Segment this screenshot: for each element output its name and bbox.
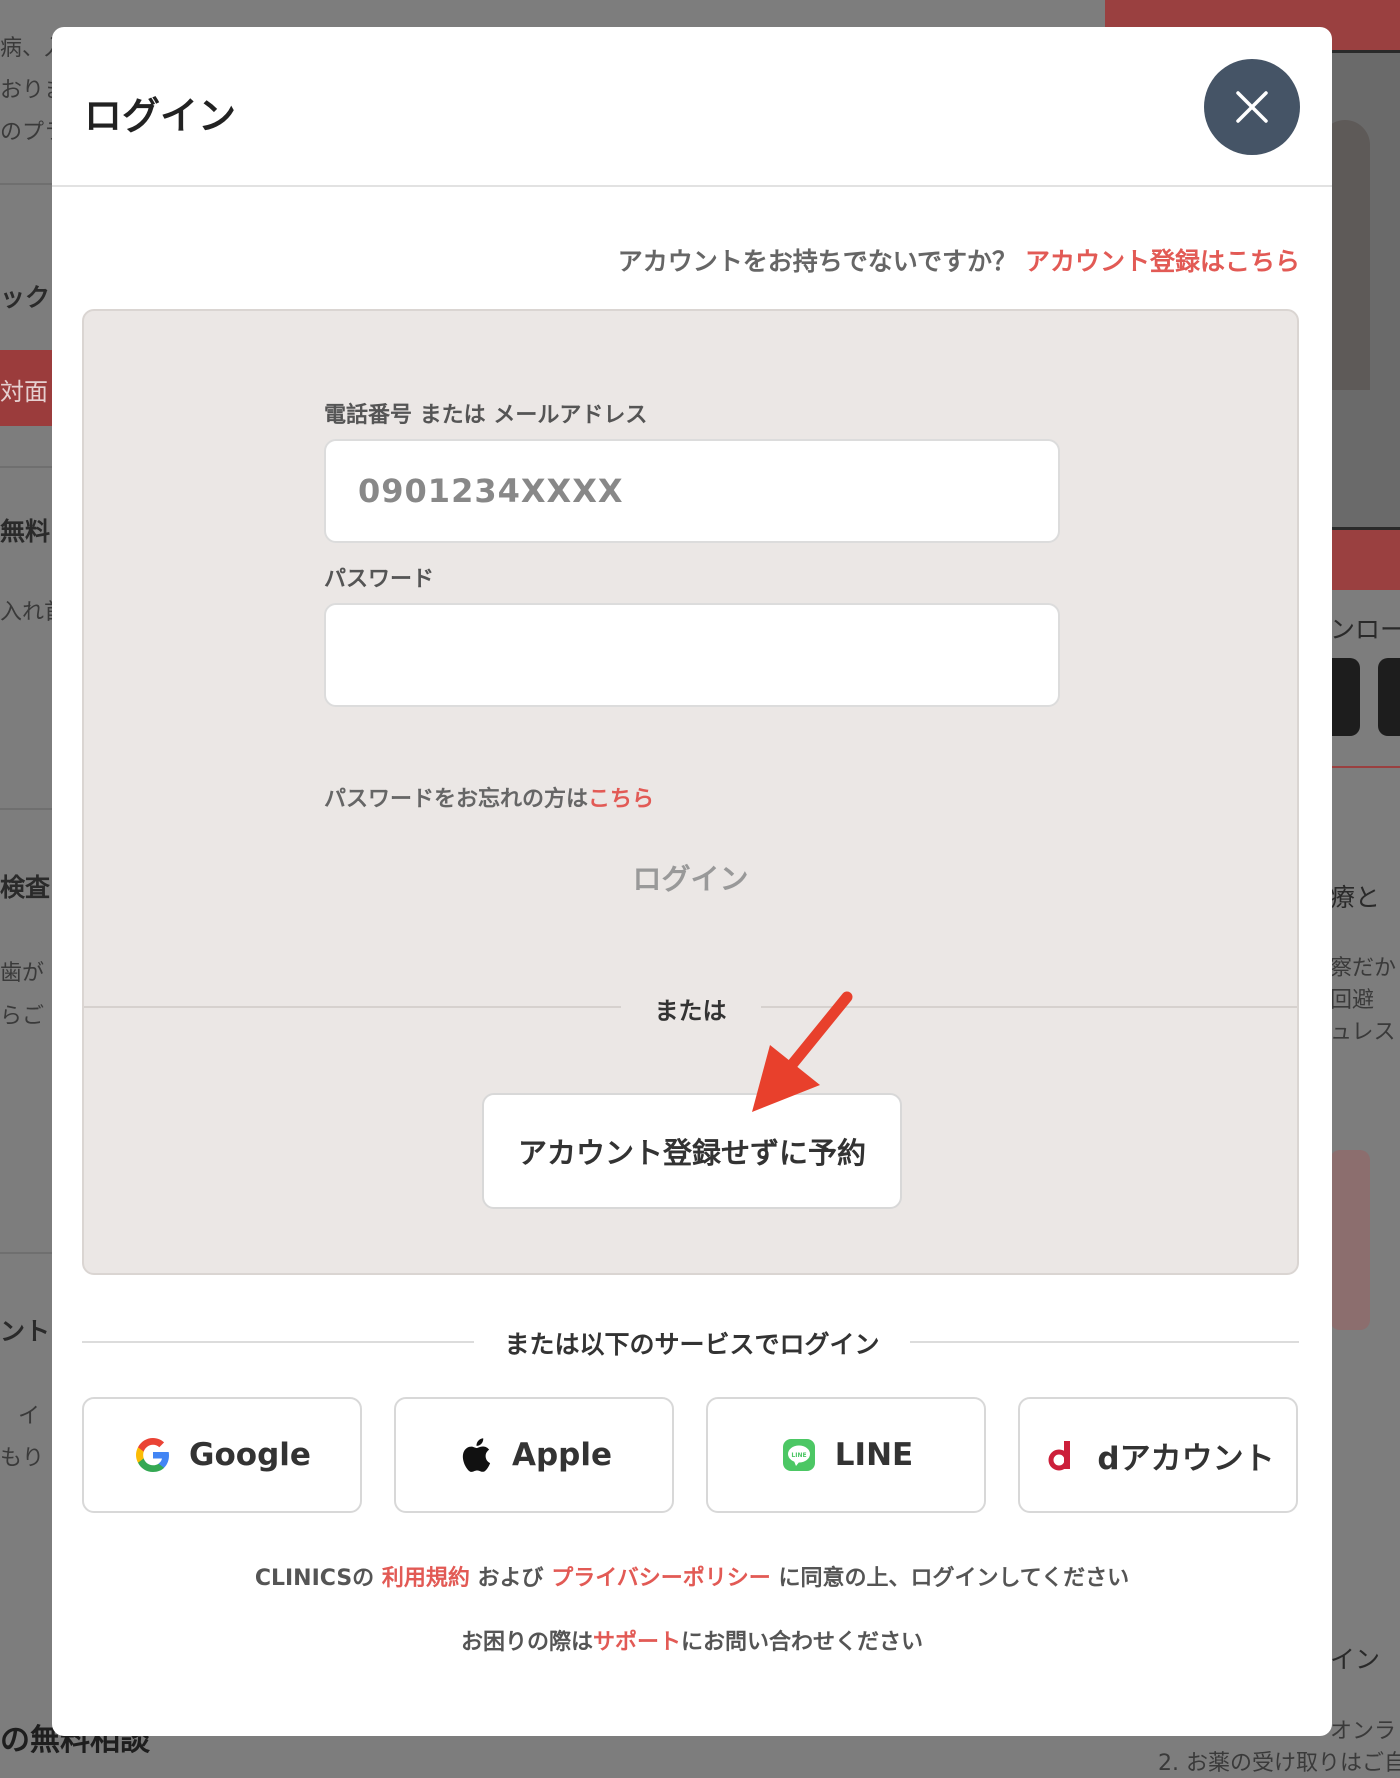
apple-icon: [456, 1435, 496, 1475]
background-tab: 対面: [0, 350, 52, 426]
d-account-login-label: dアカウント: [1097, 1440, 1275, 1477]
support-text: にお問い合わせください: [681, 1630, 924, 1655]
apple-login-button[interactable]: Apple: [394, 1397, 674, 1513]
background-text: 検査: [0, 873, 51, 902]
google-login-button[interactable]: Google: [82, 1397, 362, 1513]
apple-login-label: Apple: [511, 1437, 613, 1473]
background-divider: [1330, 766, 1400, 768]
line-login-button[interactable]: LINE LINE: [706, 1397, 986, 1513]
d-account-icon: [1041, 1435, 1081, 1475]
line-icon: LINE: [779, 1435, 819, 1475]
google-login-label: Google: [189, 1437, 311, 1473]
background-text: もり: [0, 1446, 45, 1471]
terms-of-use-link[interactable]: 利用規約: [382, 1566, 470, 1591]
background-text: らご: [0, 1004, 45, 1029]
password-input[interactable]: [324, 603, 1060, 707]
background-text: ント: [0, 1317, 51, 1346]
login-button[interactable]: ログイン: [84, 856, 1297, 898]
terms-notice: CLINICSの 利用規約 および プライバシーポリシー に同意の上、ログインし…: [52, 1560, 1332, 1592]
line-login-label: LINE: [834, 1437, 914, 1473]
background-text: 無料: [0, 517, 51, 546]
google-icon: [133, 1435, 173, 1475]
services-divider-text: または以下のサービスでログイン: [474, 1330, 910, 1359]
support-notice: お困りの際はサポートにお問い合わせください: [52, 1624, 1332, 1656]
background-text: 2. お薬の受け取りはご自: [1158, 1751, 1400, 1776]
background-text: 歯が: [0, 961, 45, 986]
modal-header: ログイン: [52, 27, 1332, 187]
terms-text: および: [477, 1566, 544, 1591]
background-text: イン: [1330, 1645, 1381, 1674]
support-link[interactable]: サポート: [593, 1630, 681, 1655]
close-button[interactable]: [1204, 59, 1300, 155]
background-app-badge: [1378, 658, 1400, 736]
background-text: 療と: [1330, 883, 1381, 912]
login-form: 電話番号 または メールアドレス パスワード パスワードをお忘れの方はこちら ロ…: [82, 309, 1299, 1275]
d-account-login-button[interactable]: dアカウント: [1018, 1397, 1298, 1513]
modal-title: ログイン: [84, 94, 237, 138]
background-text: ュレス: [1330, 1020, 1396, 1045]
support-text: お困りの際は: [460, 1630, 593, 1655]
terms-text: に同意の上、ログインしてください: [778, 1566, 1130, 1591]
background-illustration: [1330, 1150, 1370, 1330]
forgot-password: パスワードをお忘れの方はこちら: [324, 781, 654, 813]
background-divider: [0, 1252, 52, 1254]
password-field-label: パスワード: [324, 567, 435, 592]
register-prompt-text: アカウントをお持ちでないですか？: [617, 247, 1018, 276]
close-icon: [1236, 91, 1268, 123]
privacy-policy-link[interactable]: プライバシーポリシー: [551, 1566, 771, 1591]
forgot-password-text: パスワードをお忘れの方は: [324, 787, 589, 812]
register-prompt: アカウントをお持ちでないですか？ アカウント登録はこちら: [618, 242, 1300, 278]
annotation-arrow-icon: [752, 991, 853, 1112]
id-field-label: 電話番号 または メールアドレス: [324, 403, 648, 428]
services-divider: または以下のサービスでログイン: [52, 1325, 1332, 1361]
background-text: イ: [18, 1404, 41, 1429]
background-divider: [0, 183, 52, 185]
background-text: ンロー: [1330, 615, 1400, 644]
sso-buttons: Google Apple LINE LINE dアカウント: [82, 1397, 1299, 1513]
or-divider: または: [84, 991, 1297, 1026]
svg-text:LINE: LINE: [791, 1452, 806, 1459]
login-modal: ログイン アカウントをお持ちでないですか？ アカウント登録はこちら 電話番号 ま…: [52, 27, 1332, 1736]
register-link[interactable]: アカウント登録はこちら: [1025, 247, 1300, 276]
terms-text: CLINICSの: [254, 1566, 375, 1591]
background-text: オンラ: [1330, 1719, 1397, 1744]
background-divider: [0, 808, 52, 810]
background-text: 回避: [1330, 988, 1375, 1013]
background-text: 察だか: [1330, 956, 1397, 981]
background-text: ック: [0, 283, 51, 312]
forgot-password-link[interactable]: こちら: [588, 787, 654, 812]
id-input[interactable]: [324, 439, 1060, 543]
background-divider: [0, 466, 52, 468]
or-divider-text: または: [620, 997, 761, 1025]
